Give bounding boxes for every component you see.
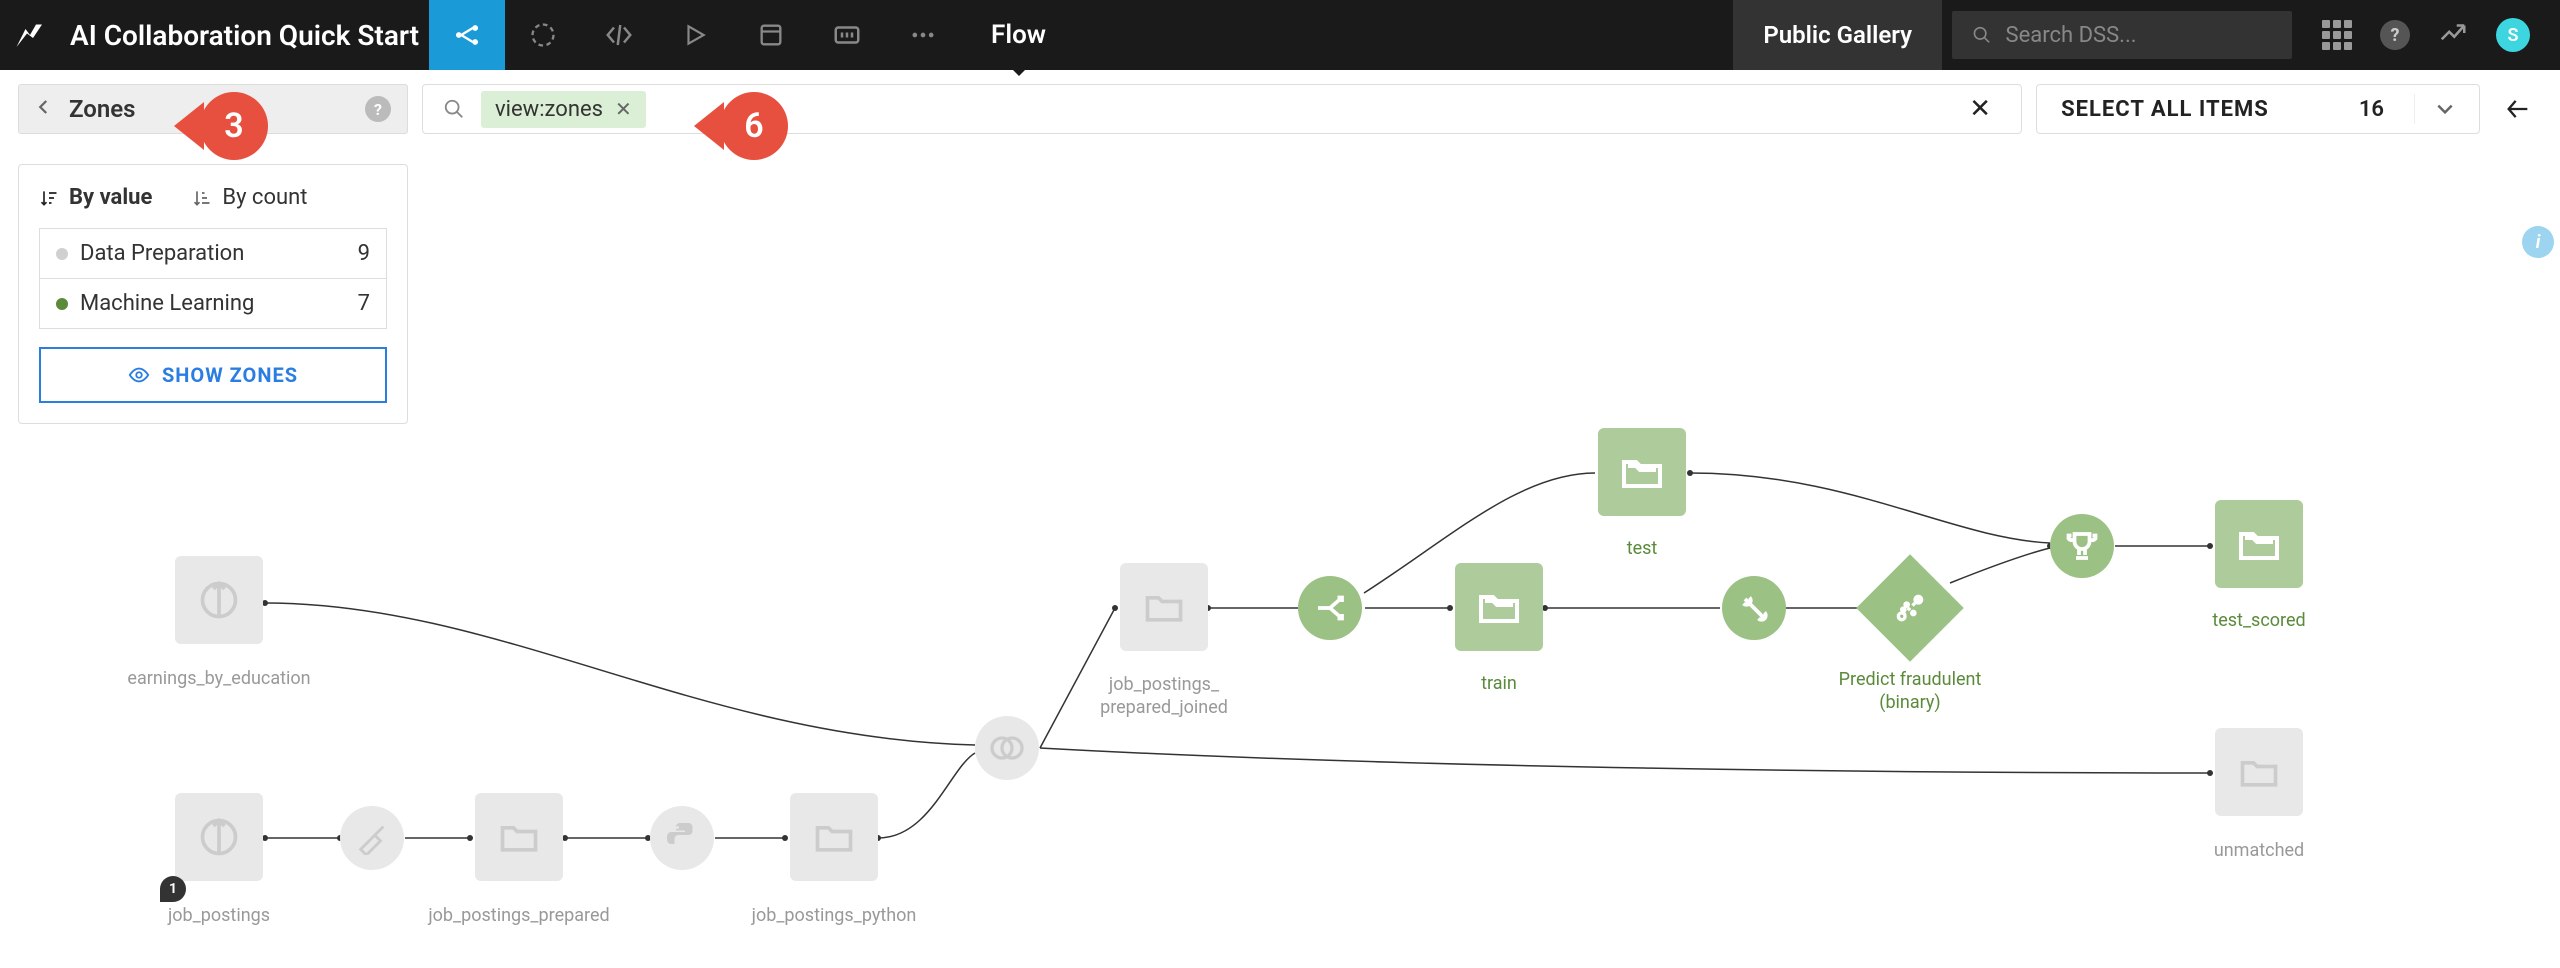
- zones-help-icon[interactable]: ?: [365, 96, 391, 122]
- filter-clear-icon[interactable]: ✕: [1959, 94, 2001, 124]
- comment-badge[interactable]: 1: [160, 876, 186, 902]
- recipe-train-model[interactable]: [1722, 576, 1786, 640]
- info-icon[interactable]: i: [2522, 226, 2554, 258]
- help-icon[interactable]: ?: [2380, 20, 2410, 50]
- zones-title: Zones: [69, 95, 136, 123]
- apps-grid-icon[interactable]: [2322, 20, 2352, 50]
- dataset-unmatched[interactable]: [2215, 728, 2303, 816]
- dataset-job-postings-python[interactable]: [790, 793, 878, 881]
- dataset-train[interactable]: [1455, 563, 1543, 651]
- dataset-earnings-by-education[interactable]: [175, 556, 263, 644]
- zones-back-icon[interactable]: [35, 98, 53, 120]
- node-label: job_postings: [168, 905, 270, 926]
- nav-more-icon[interactable]: [885, 0, 961, 70]
- collapse-right-panel-icon[interactable]: [2494, 84, 2542, 134]
- user-avatar[interactable]: S: [2496, 18, 2530, 52]
- nav-flow-icon[interactable]: [429, 0, 505, 70]
- filter-chip-remove-icon[interactable]: ✕: [615, 97, 632, 121]
- select-all-box[interactable]: SELECT ALL ITEMS 16: [2036, 84, 2480, 134]
- public-gallery-button[interactable]: Public Gallery: [1733, 0, 1942, 70]
- node-label: unmatched: [2214, 840, 2304, 861]
- node-label: Predict fraudulent (binary): [1839, 668, 1982, 715]
- filter-chip-viewzones: view:zones ✕: [481, 91, 646, 128]
- select-all-count: 16: [2359, 97, 2384, 122]
- dataset-test-scored[interactable]: [2215, 500, 2303, 588]
- flow-canvas[interactable]: earnings_by_education 1 job_postings job…: [0, 148, 2560, 968]
- node-label: train: [1481, 673, 1517, 694]
- node-label: job_postings_prepared: [428, 905, 609, 926]
- recipe-python[interactable]: [650, 806, 714, 870]
- filter-chip-label: view:zones: [495, 97, 603, 122]
- nav-dashboard-icon[interactable]: [733, 0, 809, 70]
- dataset-test[interactable]: [1598, 428, 1686, 516]
- activity-icon[interactable]: [2438, 18, 2468, 52]
- node-label: earnings_by_education: [127, 668, 310, 689]
- logo[interactable]: [0, 0, 60, 70]
- recipe-join[interactable]: [975, 716, 1039, 780]
- flow-filter-box[interactable]: view:zones ✕ ✕: [422, 84, 2022, 134]
- global-search[interactable]: [1952, 11, 2292, 59]
- global-search-input[interactable]: [2006, 23, 2272, 48]
- project-title[interactable]: AI Collaboration Quick Start: [60, 19, 429, 52]
- search-icon: [1972, 24, 1992, 46]
- select-all-chevron-icon[interactable]: [2414, 94, 2455, 124]
- node-label: test: [1627, 538, 1658, 559]
- search-icon: [443, 98, 465, 120]
- flow-tab-label[interactable]: Flow: [961, 0, 1076, 70]
- model-predict-fraudulent[interactable]: [1856, 554, 1963, 661]
- dataset-joined[interactable]: [1120, 563, 1208, 651]
- select-all-label: SELECT ALL ITEMS: [2061, 97, 2269, 122]
- nav-run-icon[interactable]: [657, 0, 733, 70]
- node-label: test_scored: [2212, 610, 2305, 631]
- recipe-split[interactable]: [1298, 576, 1362, 640]
- dataset-job-postings-prepared[interactable]: [475, 793, 563, 881]
- recipe-score[interactable]: [2050, 514, 2114, 578]
- node-label: job_postings_ prepared_joined: [1100, 673, 1228, 720]
- node-label: job_postings_python: [752, 905, 917, 926]
- nav-recipe-icon[interactable]: [505, 0, 581, 70]
- nav-wiki-icon[interactable]: [809, 0, 885, 70]
- nav-code-icon[interactable]: [581, 0, 657, 70]
- dataset-job-postings[interactable]: [175, 793, 263, 881]
- recipe-prepare[interactable]: [340, 806, 404, 870]
